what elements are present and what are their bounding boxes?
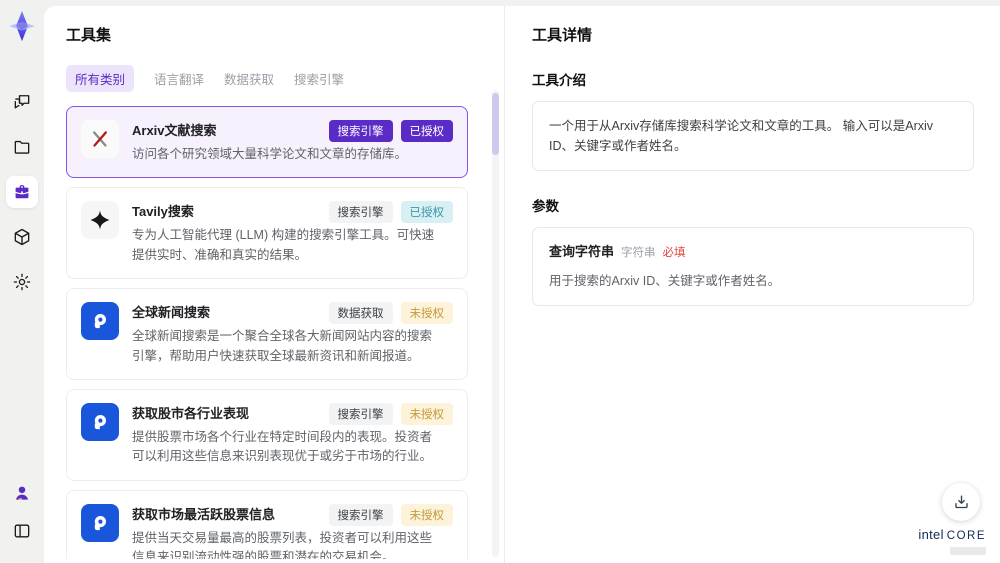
- category-tag: 搜索引擎: [328, 201, 393, 224]
- category-tag: 搜索引擎: [328, 503, 393, 526]
- main-content: 工具集 所有类别 语言翻译 数据获取 搜索引擎 Arxiv文献搜索 访问各个研究领域大…: [44, 6, 1000, 563]
- sidebar-item-settings[interactable]: [6, 266, 38, 298]
- download-icon: [954, 494, 968, 508]
- param-item: 查询字符串 字符串 必填 用于搜索的Arxiv ID、关键字或作者姓名。: [532, 227, 974, 306]
- tab-search[interactable]: 搜索引擎: [294, 69, 344, 88]
- details-title: 工具详情: [532, 27, 593, 44]
- tool-description: 全球新闻搜索是一个聚合全球各大新闻网站内容的搜索引擎，帮助用户快速获取全球最新资…: [132, 329, 433, 363]
- tool-card[interactable]: Tavily搜索 专为人工智能代理 (LLM) 构建的搜索引擎工具。可快速提供实…: [66, 187, 468, 280]
- tool-description: 专为人工智能代理 (LLM) 构建的搜索引擎工具。可快速提供实时、准确和真实的结…: [132, 228, 435, 262]
- tool-card[interactable]: 获取股市各行业表现 提供股票市场各个行业在特定时间段内的表现。投资者可以利用这些…: [66, 388, 468, 481]
- tool-description: 提供股票市场各个行业在特定时间段内的表现。投资者可以利用这些信息来识别表现优于或…: [132, 429, 433, 464]
- required-badge: 必填: [662, 247, 686, 259]
- auth-tag: 未授权: [400, 503, 453, 526]
- tool-card[interactable]: 全球新闻搜索 全球新闻搜索是一个聚合全球各大新闻网站内容的搜索引擎，帮助用户快速…: [66, 288, 468, 380]
- gear-icon: [13, 273, 31, 291]
- sidebar-item-files[interactable]: [6, 131, 38, 163]
- tool-list: Arxiv文献搜索 访问各个研究领域大量科学论文和文章的存储库。 搜索引擎 已授…: [66, 106, 480, 559]
- auth-tag: 已授权: [400, 120, 453, 142]
- category-tabs: 所有类别 语言翻译 数据获取 搜索引擎: [66, 65, 480, 92]
- sidebar-item-toolbox[interactable]: [6, 176, 38, 208]
- app-sidebar: [0, 0, 44, 563]
- download-button[interactable]: [942, 483, 980, 521]
- auth-tag: 未授权: [400, 402, 453, 425]
- intro-text: 一个用于从Arxiv存储库搜索科学论文和文章的工具。 输入可以是Arxiv ID…: [532, 101, 974, 171]
- toolset-panel: 工具集 所有类别 语言翻译 数据获取 搜索引擎 Arxiv文献搜索 访问各个研究领域大…: [44, 6, 505, 563]
- category-tag: 搜索引擎: [328, 120, 393, 142]
- tavily-icon: [81, 201, 119, 240]
- auth-tag: 已授权: [400, 201, 453, 224]
- tab-all[interactable]: 所有类别: [66, 65, 135, 92]
- tab-data[interactable]: 数据获取: [224, 69, 274, 88]
- globe-news-icon: [81, 503, 119, 542]
- tool-card[interactable]: Arxiv文献搜索 访问各个研究领域大量科学论文和文章的存储库。 搜索引擎 已授…: [66, 106, 468, 179]
- sidebar-item-chat[interactable]: [6, 86, 38, 118]
- tab-translation[interactable]: 语言翻译: [154, 69, 204, 88]
- cube-icon: [14, 228, 30, 246]
- sidebar-item-collapse[interactable]: [6, 515, 38, 547]
- params-heading: 参数: [532, 199, 559, 214]
- param-name: 查询字符串: [549, 244, 615, 259]
- param-description: 用于搜索的Arxiv ID、关键字或作者姓名。: [549, 273, 781, 288]
- globe-news-icon: [81, 302, 119, 341]
- arxiv-icon: [81, 120, 119, 158]
- avatar-icon: [16, 486, 28, 500]
- brand-primary: intel: [918, 527, 944, 542]
- briefcase-icon: [15, 185, 29, 199]
- panel-toggle-icon: [14, 524, 30, 538]
- sidebar-item-profile[interactable]: [6, 477, 38, 509]
- app-logo-icon: [7, 10, 37, 44]
- page-title: 工具集: [66, 27, 112, 44]
- category-tag: 搜索引擎: [328, 402, 393, 425]
- folder-icon: [14, 140, 30, 154]
- param-type: 字符串: [621, 247, 656, 259]
- auth-tag: 未授权: [400, 302, 453, 325]
- brand-secondary: CORE: [946, 530, 986, 542]
- tool-details-panel: 工具详情 工具介绍 一个用于从Arxiv存储库搜索科学论文和文章的工具。 输入可…: [506, 6, 1000, 563]
- tool-description: 访问各个研究领域大量科学论文和文章的存储库。: [132, 147, 408, 161]
- intro-heading: 工具介绍: [532, 73, 586, 88]
- chat-icon: [14, 95, 30, 109]
- intel-core-logo: intel CORE: [918, 526, 986, 555]
- brand-badge: [950, 547, 986, 555]
- sidebar-item-plugins[interactable]: [6, 221, 38, 253]
- scrollbar[interactable]: [492, 90, 499, 557]
- tool-description: 提供当天交易量最高的股票列表，投资者可以利用这些信息来识别流动性强的股票和潜在的…: [132, 530, 433, 559]
- scrollbar-thumb[interactable]: [492, 93, 499, 155]
- tool-card[interactable]: 获取市场最活跃股票信息 提供当天交易量最高的股票列表，投资者可以利用这些信息来识…: [66, 489, 468, 559]
- globe-news-icon: [81, 402, 119, 441]
- category-tag: 数据获取: [328, 302, 393, 325]
